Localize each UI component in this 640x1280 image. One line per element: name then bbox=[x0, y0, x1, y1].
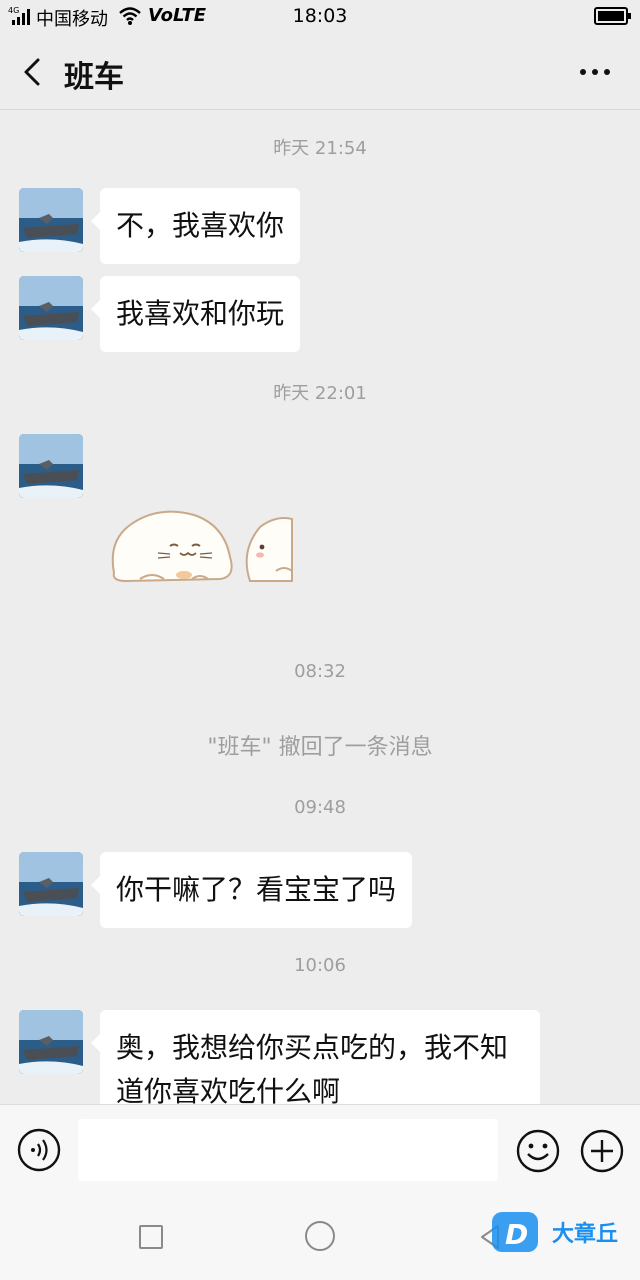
message-bubble[interactable]: 奥，我想给你买点吃的，我不知 道你喜欢吃什么啊 bbox=[91, 1010, 540, 1104]
sticker-image[interactable] bbox=[100, 491, 300, 631]
plus-icon[interactable] bbox=[579, 1128, 625, 1174]
watermark-text: 大章丘 bbox=[552, 1222, 619, 1247]
message-text-line: 道你喜欢吃什么啊 bbox=[116, 1075, 341, 1104]
timestamp: 10:06 bbox=[294, 955, 346, 976]
contact-avatar[interactable] bbox=[19, 276, 83, 340]
watermark-logo-letter: D bbox=[505, 1218, 528, 1251]
home-icon[interactable] bbox=[305, 1221, 335, 1251]
chat-screen: 4G 中国移动 VoLTE 18:03 班车 昨天 21:54 不，我喜欢你 我… bbox=[0, 0, 640, 1280]
message-text: 不，我喜欢你 bbox=[116, 209, 285, 242]
contact-avatar[interactable] bbox=[19, 1010, 83, 1074]
message-text-line: 奥，我想给你买点吃的，我不知 bbox=[116, 1031, 509, 1064]
clock: 18:03 bbox=[292, 5, 348, 27]
message-input[interactable] bbox=[78, 1119, 498, 1181]
back-arrow-icon[interactable] bbox=[18, 54, 48, 90]
contact-avatar[interactable] bbox=[19, 434, 83, 498]
timestamp: 08:32 bbox=[294, 661, 346, 682]
recall-notice: "班车" 撤回了一条消息 bbox=[207, 735, 433, 760]
timestamp: 09:48 bbox=[294, 797, 346, 818]
watermark: D 大章丘 bbox=[490, 1206, 640, 1266]
recent-apps-icon[interactable] bbox=[139, 1225, 163, 1249]
status-bar: 4G 中国移动 VoLTE 18:03 bbox=[0, 0, 640, 34]
watermark-logo-icon: D bbox=[492, 1212, 538, 1252]
chat-title: 班车 bbox=[64, 60, 124, 95]
contact-avatar[interactable] bbox=[19, 188, 83, 252]
message-bubble[interactable]: 我喜欢和你玩 bbox=[90, 276, 301, 352]
input-bar bbox=[0, 1104, 640, 1196]
timestamp: 昨天 21:54 bbox=[273, 138, 367, 159]
emoji-icon[interactable] bbox=[515, 1128, 561, 1174]
chat-header: 班车 bbox=[0, 34, 640, 110]
message-bubble[interactable]: 不，我喜欢你 bbox=[90, 188, 301, 264]
system-nav-bar: D 大章丘 bbox=[0, 1196, 640, 1280]
timestamp: 昨天 22:01 bbox=[273, 383, 367, 404]
message-bubble[interactable]: 你干嘛了？看宝宝了吗 bbox=[90, 852, 413, 928]
battery-icon bbox=[594, 7, 631, 25]
voice-input-icon[interactable] bbox=[17, 1128, 61, 1172]
more-options-icon[interactable] bbox=[578, 60, 612, 84]
contact-avatar[interactable] bbox=[19, 852, 83, 916]
message-text: 你干嘛了？看宝宝了吗 bbox=[116, 873, 397, 906]
message-list[interactable]: 昨天 21:54 不，我喜欢你 我喜欢和你玩 昨天 22:01 08:32 "班… bbox=[0, 111, 640, 1104]
message-text: 我喜欢和你玩 bbox=[116, 297, 285, 330]
